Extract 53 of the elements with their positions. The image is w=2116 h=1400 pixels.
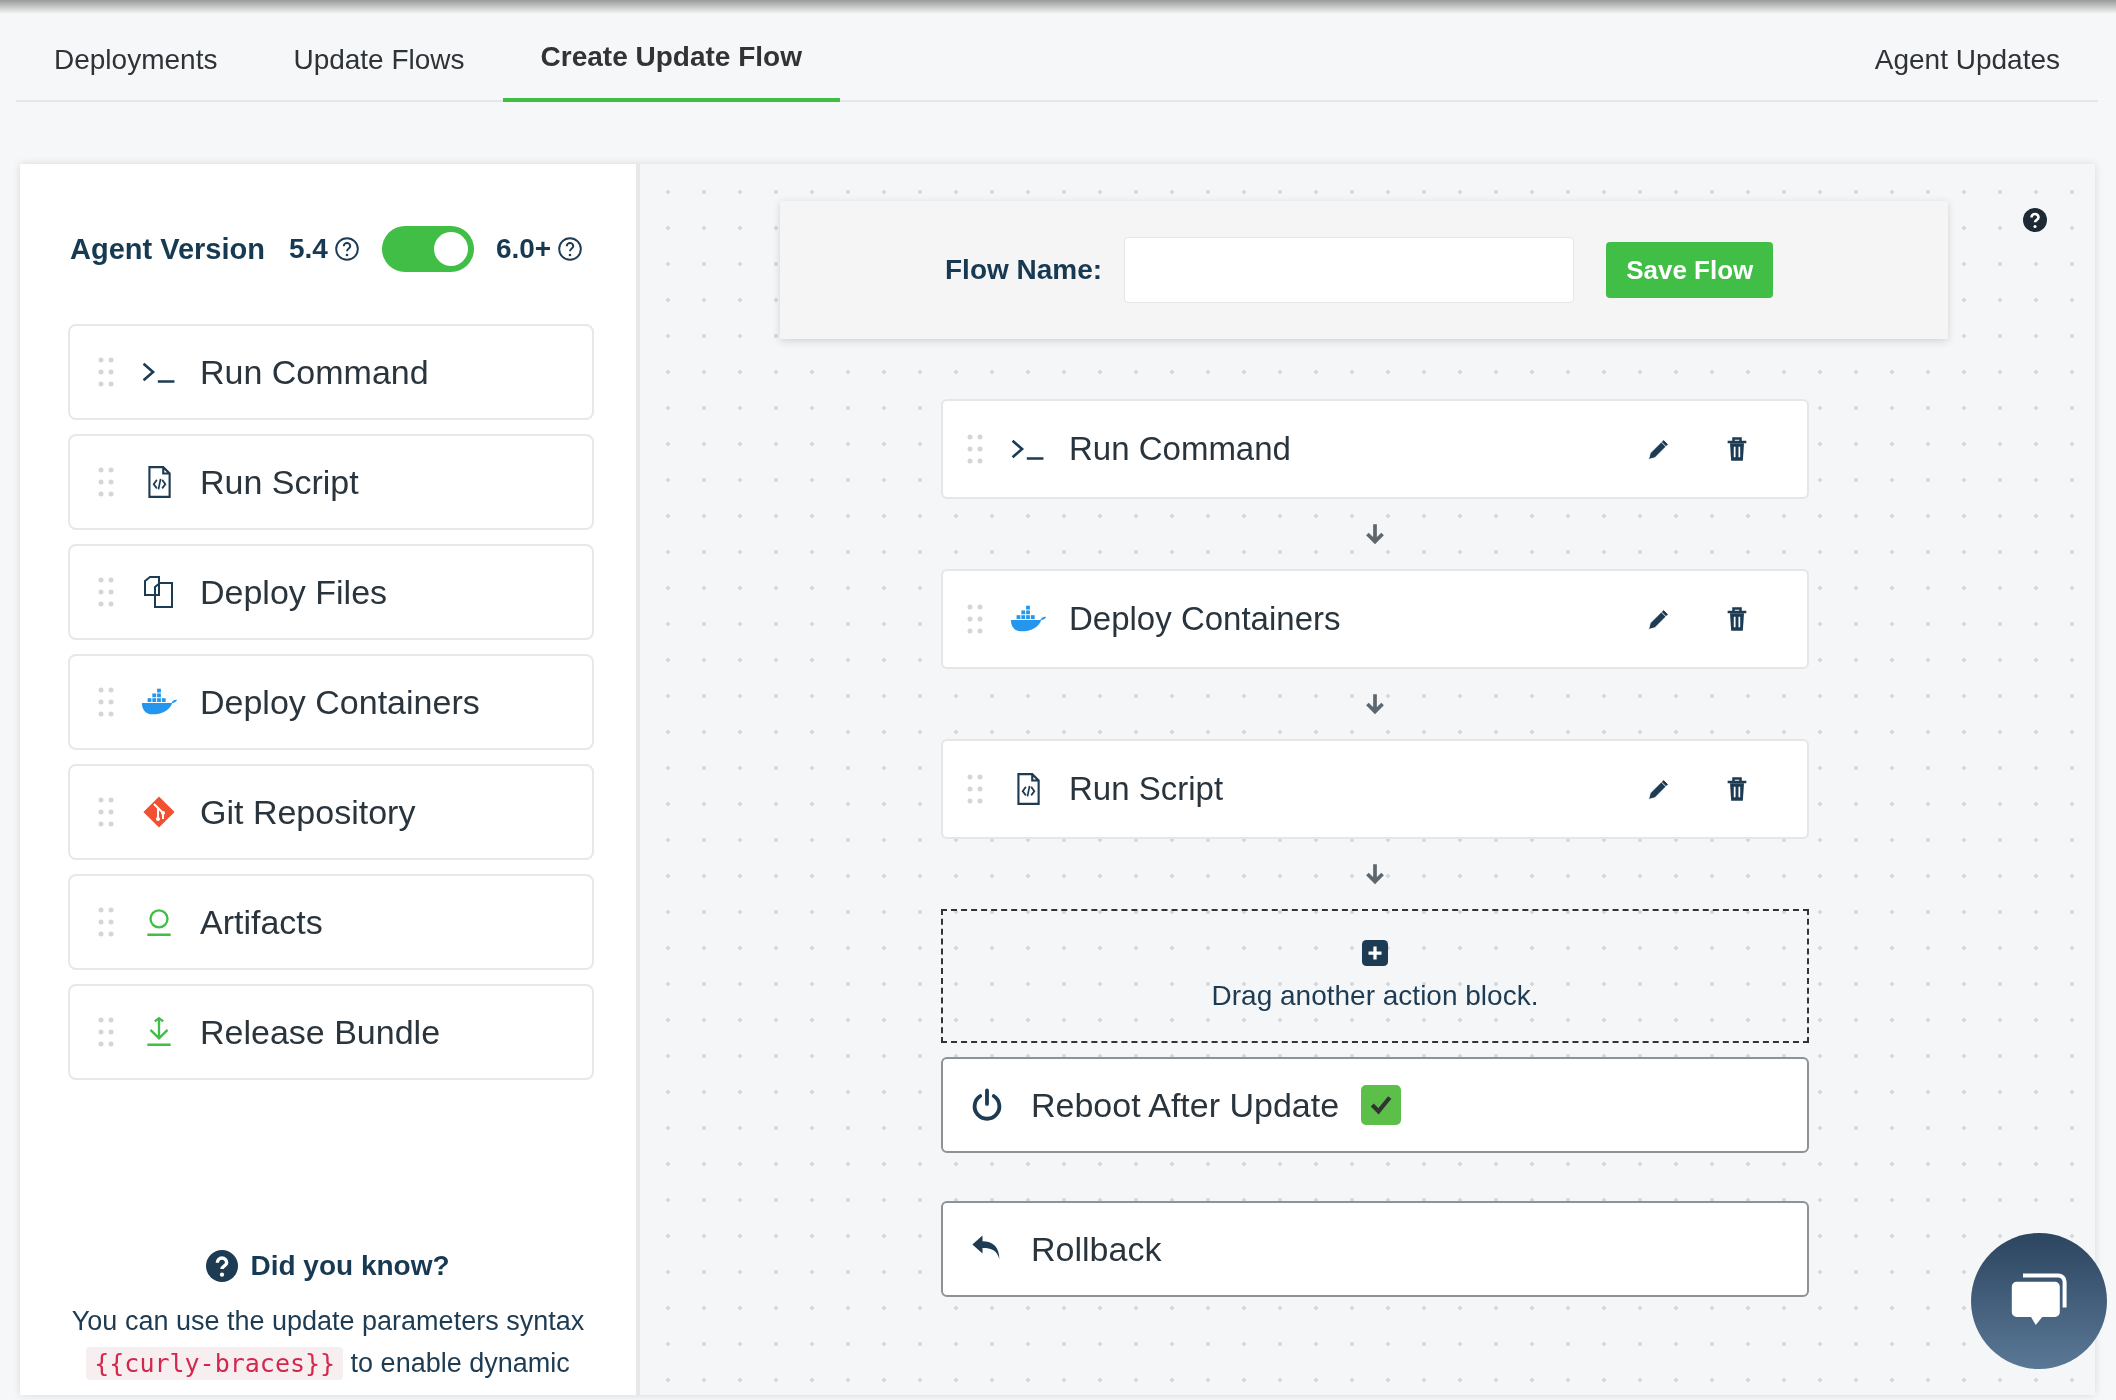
action-block[interactable]: Deploy Containers <box>68 654 594 750</box>
action-block[interactable]: Git Repository <box>68 764 594 860</box>
action-block[interactable]: Artifacts <box>68 874 594 970</box>
drag-handle-icon[interactable] <box>98 576 114 608</box>
help-icon[interactable] <box>333 236 360 262</box>
rollback-label: Rollback <box>1031 1229 1162 1269</box>
block-label: Run Script <box>200 462 359 502</box>
step-label: Run Script <box>1069 770 1225 808</box>
nav-tab[interactable]: Create Update Flow <box>502 14 840 102</box>
flow-step[interactable]: Run Command <box>941 399 1809 499</box>
drag-handle-icon[interactable] <box>98 686 114 718</box>
reboot-label: Reboot After Update <box>1031 1085 1340 1125</box>
block-label: Run Command <box>200 352 429 392</box>
action-block[interactable]: Deploy Files <box>68 544 594 640</box>
flow-step[interactable]: Run Script <box>941 739 1809 839</box>
agent-version-label: Agent Version <box>70 232 265 266</box>
drag-handle-icon[interactable] <box>98 356 114 388</box>
action-block[interactable]: Release Bundle <box>68 984 594 1080</box>
block-label: Git Repository <box>200 792 416 832</box>
nav-tab[interactable]: Deployments <box>16 14 256 102</box>
reboot-checkbox[interactable] <box>1361 1085 1402 1125</box>
drag-handle-icon[interactable] <box>98 1016 114 1048</box>
help-icon[interactable] <box>557 236 584 262</box>
plus-icon <box>1362 940 1388 966</box>
rollback-option[interactable]: Rollback <box>941 1201 1809 1297</box>
drag-handle-icon[interactable] <box>967 773 983 805</box>
step-label: Deploy Containers <box>1069 600 1342 638</box>
action-block[interactable]: Run Command <box>68 324 594 420</box>
drag-handle-icon[interactable] <box>98 796 114 828</box>
nav-tab[interactable]: Update Flows <box>255 14 503 102</box>
help-icon[interactable] <box>2023 208 2047 232</box>
flow-step[interactable]: Deploy Containers <box>941 569 1809 669</box>
step-label: Run Command <box>1069 430 1292 468</box>
drag-handle-icon[interactable] <box>967 603 983 635</box>
drop-zone[interactable]: Drag another action block. <box>941 909 1809 1043</box>
flow-name-field[interactable] <box>1124 237 1575 303</box>
drag-handle-icon[interactable] <box>98 906 114 938</box>
drop-zone-hint: Drag another action block. <box>1211 980 1539 1012</box>
version-toggle[interactable] <box>381 226 474 272</box>
tip-title: Did you know? <box>250 1250 450 1282</box>
block-label: Artifacts <box>200 902 323 942</box>
block-label: Deploy Containers <box>200 682 480 722</box>
version-label: 5.4 <box>289 233 328 265</box>
flow-name-label: Flow Name: <box>945 254 1103 286</box>
version-label: 6.0+ <box>495 233 552 265</box>
block-label: Deploy Files <box>200 572 388 612</box>
nav-tab[interactable]: Agent Updates <box>1836 14 2098 102</box>
action-block[interactable]: Run Script <box>68 434 594 530</box>
block-label: Release Bundle <box>200 1012 441 1052</box>
tip-text: You can use the update parameters syntax {{curly-braces}} to enable dynamic <box>70 1305 586 1382</box>
drag-handle-icon[interactable] <box>98 466 114 498</box>
drag-handle-icon[interactable] <box>967 433 983 465</box>
help-icon <box>206 1250 239 1282</box>
